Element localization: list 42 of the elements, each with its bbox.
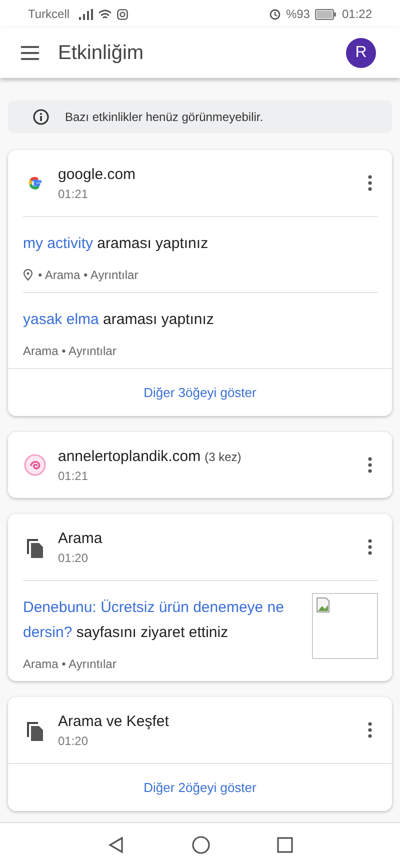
- recents-icon[interactable]: [277, 836, 293, 852]
- page-title: Etkinliğim: [58, 42, 144, 64]
- battery-icon: [314, 8, 337, 20]
- show-more-button[interactable]: Diğer 2öğeyi göster: [8, 763, 392, 811]
- activity-time: 01:20: [58, 550, 90, 564]
- signal-icon: [78, 8, 93, 20]
- activity-time: 01:21: [58, 468, 90, 482]
- location-pin-icon: [23, 269, 33, 281]
- activity-details[interactable]: • Arama • Ayrıntılar: [38, 268, 138, 282]
- activity-details[interactable]: Arama • Ayrıntılar: [23, 657, 116, 671]
- home-icon[interactable]: [192, 836, 210, 854]
- alarm-icon: [268, 8, 281, 20]
- avatar[interactable]: R: [346, 38, 376, 68]
- documents-icon: [24, 719, 46, 741]
- show-more-button[interactable]: Diğer 3öğeyi göster: [8, 368, 392, 416]
- activity-description: yasak elma araması yaptınız: [23, 310, 215, 330]
- wifi-icon: [98, 8, 112, 20]
- more-options-icon[interactable]: [368, 722, 372, 738]
- activity-time: 01:21: [58, 186, 90, 200]
- menu-icon[interactable]: [21, 46, 39, 60]
- notice-text: Bazı etkinlikler henüz görünmeyebilir.: [65, 110, 264, 124]
- site-title[interactable]: Arama ve Keşfet: [58, 712, 169, 730]
- site-logo-icon: [24, 454, 46, 476]
- battery-percent: %93: [286, 7, 310, 21]
- instagram-icon: [116, 8, 128, 20]
- more-options-icon[interactable]: [368, 539, 372, 555]
- site-title[interactable]: google.com: [58, 166, 136, 182]
- documents-icon: [24, 536, 46, 558]
- activity-description: Denebunu: Ücretsiz ürün denemeye ne dersin? sayfasını ziyaret ettiniz: [23, 598, 285, 643]
- activity-details[interactable]: Arama • Ayrıntılar: [23, 344, 116, 358]
- clock: 01:22: [342, 7, 372, 21]
- site-title[interactable]: Arama: [58, 530, 102, 546]
- more-options-icon[interactable]: [368, 457, 372, 473]
- info-icon: [33, 108, 49, 124]
- more-options-icon[interactable]: [368, 175, 372, 191]
- activity-time: 01:20: [58, 734, 90, 748]
- back-icon[interactable]: [107, 836, 125, 854]
- site-title[interactable]: annelertoplandik.com: [58, 448, 201, 464]
- carrier-name: Turkcell: [28, 7, 70, 21]
- broken-image-icon: [316, 597, 330, 613]
- activity-description: my activity araması yaptınız: [23, 234, 210, 254]
- visit-count: (3 kez): [204, 450, 242, 464]
